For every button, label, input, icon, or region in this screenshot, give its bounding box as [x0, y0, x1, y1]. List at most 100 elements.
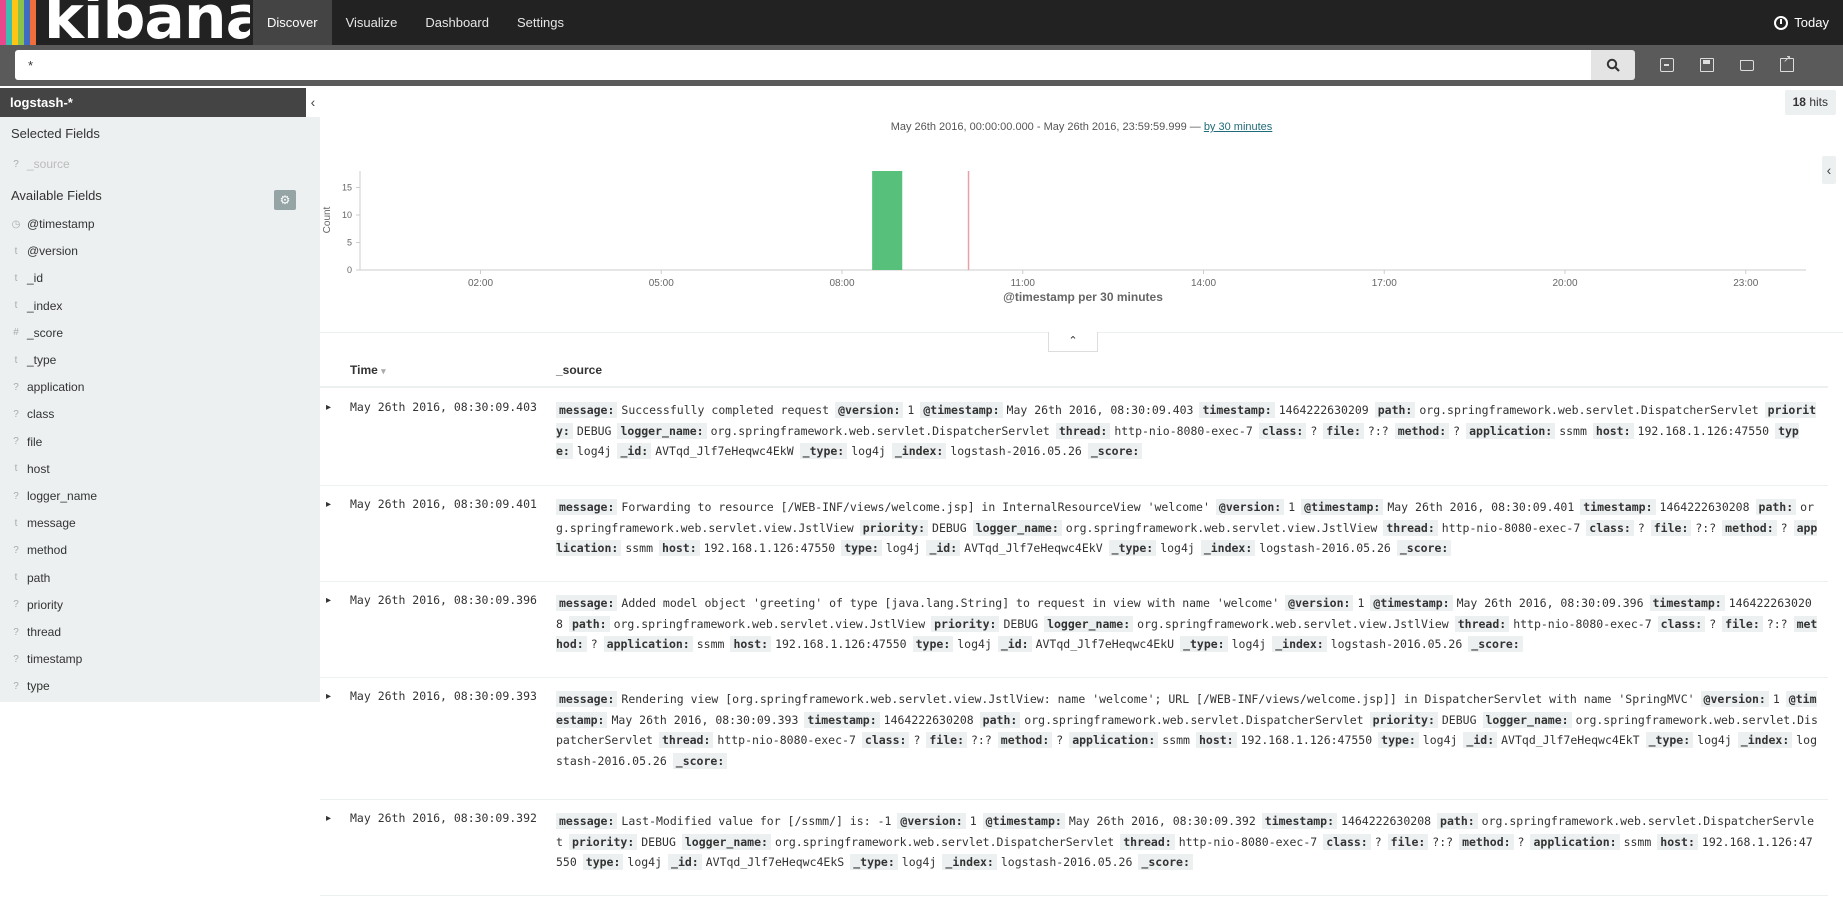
- expand-row-icon[interactable]: ▸: [326, 499, 331, 510]
- source-field-value: logstash-2016.05.26: [1259, 541, 1391, 555]
- available-fields-title: Available Fields: [11, 188, 102, 203]
- available-field-thread[interactable]: ? thread: [11, 623, 61, 641]
- available-field-score[interactable]: # _score: [11, 324, 63, 342]
- discover-toolbar: [1660, 50, 1794, 80]
- share-search-icon[interactable]: [1780, 54, 1794, 72]
- source-field-key: @version:: [1215, 499, 1285, 515]
- source-field-value: AVTqd_Jlf7eHeqwc4EkT: [1501, 733, 1640, 747]
- available-field-index[interactable]: t _index: [11, 297, 63, 315]
- logo-stripe: [18, 0, 24, 45]
- table-row[interactable]: ▸ May 26th 2016, 08:30:09.392 message: Last…: [320, 801, 1828, 896]
- available-field-message[interactable]: t message: [11, 514, 76, 532]
- source-field-value: 1: [1772, 692, 1780, 706]
- available-field-application[interactable]: ? application: [11, 378, 84, 396]
- available-field-timestamp[interactable]: ◷ @timestamp: [11, 215, 95, 233]
- nav-tab-settings[interactable]: Settings: [503, 0, 578, 45]
- available-field-class[interactable]: ? class: [11, 405, 54, 423]
- chevron-up-icon: ⌃: [1068, 335, 1078, 347]
- available-field-priority[interactable]: ? priority: [11, 596, 63, 614]
- row-time: May 26th 2016, 08:30:09.396: [350, 593, 537, 607]
- source-field-key: host:: [659, 540, 700, 556]
- source-field-value: org.springframework.web.servlet.view.Jst…: [1137, 616, 1449, 631]
- source-field-value: DEBUG: [641, 834, 676, 849]
- index-pattern-selector[interactable]: logstash-*: [0, 88, 306, 117]
- source-field-value: org.springframework.web.servlet.view.Jst…: [1065, 520, 1378, 535]
- source-field-value: log4j: [576, 444, 612, 458]
- available-field-version[interactable]: t @version: [11, 242, 78, 260]
- source-field-value: org.springframework.web.servlet.Dispatch…: [774, 834, 1115, 849]
- available-field-type[interactable]: ? type: [11, 677, 49, 695]
- y-tick-label: 15: [342, 183, 352, 193]
- expand-row-icon[interactable]: ▸: [326, 691, 331, 702]
- source-field-value: AVTqd_Jlf7eHeqwc4EkS: [705, 855, 845, 869]
- source-field-key: _id:: [926, 540, 961, 556]
- expand-row-icon[interactable]: ▸: [326, 813, 331, 824]
- search-input[interactable]: [15, 50, 1591, 80]
- source-field-value: May 26th 2016, 08:30:09.401: [1387, 500, 1575, 514]
- new-search-icon[interactable]: [1660, 58, 1674, 72]
- source-field-value: DEBUG: [1441, 712, 1477, 727]
- row-source: message: Added model object 'greeting' of…: [556, 593, 1818, 655]
- source-field-value: http-nio-8080-exec-7: [1114, 423, 1253, 438]
- source-field-key: class:: [861, 732, 910, 748]
- column-time[interactable]: Time ▾: [350, 363, 386, 377]
- kibana-logo[interactable]: kibana: [0, 0, 250, 45]
- source-field-key: @version:: [1285, 595, 1354, 611]
- expand-row-icon[interactable]: ▸: [326, 402, 331, 413]
- field-type-icon: ?: [13, 680, 19, 692]
- sort-down-icon[interactable]: ▾: [381, 366, 386, 376]
- x-tick-label: 20:00: [1552, 278, 1577, 289]
- toggle-chart-button[interactable]: ⌃: [1048, 332, 1098, 352]
- source-field-key: message:: [556, 813, 618, 829]
- source-field-key: _index:: [1737, 732, 1793, 748]
- source-field-key: @timestamp:: [1370, 595, 1453, 611]
- source-field-value: 1: [1357, 596, 1365, 610]
- available-field-type[interactable]: t _type: [11, 351, 57, 369]
- available-field-timestamp[interactable]: ? timestamp: [11, 650, 82, 668]
- table-row[interactable]: ▸ May 26th 2016, 08:30:09.393 message: Rend…: [320, 679, 1828, 800]
- available-field-method[interactable]: ? method: [11, 541, 67, 559]
- time-range-text: May 26th 2016, 00:00:00.000 - May 26th 2…: [890, 121, 1201, 133]
- open-search-icon[interactable]: [1740, 59, 1754, 71]
- source-field-value: log4j: [627, 855, 663, 869]
- source-field-key: priority:: [859, 519, 929, 536]
- source-field-value: ?:?: [1432, 834, 1454, 849]
- field-name: @timestamp: [27, 217, 95, 231]
- search-button[interactable]: [1591, 50, 1635, 80]
- selected-field-source[interactable]: ? _source: [11, 155, 69, 173]
- field-name: @version: [27, 244, 78, 259]
- source-field-key: _index:: [942, 854, 997, 870]
- source-field-value: ?: [1780, 520, 1788, 535]
- source-field-key: message:: [556, 691, 618, 707]
- available-field-id[interactable]: t _id: [11, 269, 43, 287]
- source-field-key: class:: [1258, 422, 1307, 439]
- time-picker[interactable]: Today: [1774, 0, 1829, 45]
- source-field-value: log4j: [1422, 733, 1458, 747]
- histogram-bar: [872, 171, 903, 270]
- table-row[interactable]: ▸ May 26th 2016, 08:30:09.403 message: Succ…: [320, 390, 1828, 486]
- available-field-loggername[interactable]: ? logger_name: [11, 487, 97, 505]
- expand-row-icon[interactable]: ▸: [326, 595, 331, 606]
- available-field-host[interactable]: t host: [11, 460, 50, 478]
- available-field-file[interactable]: ? file: [11, 433, 42, 451]
- nav-tab-visualize[interactable]: Visualize: [332, 0, 412, 45]
- nav-tab-discover[interactable]: Discover: [253, 0, 332, 45]
- source-field-key: timestamp:: [804, 711, 880, 728]
- source-field-value: org.springframework.web.servlet.Dispatch…: [710, 423, 1050, 438]
- nav-tab-dashboard[interactable]: Dashboard: [411, 0, 503, 45]
- source-field-key: type:: [841, 540, 882, 556]
- interval-link[interactable]: by 30 minutes: [1204, 121, 1272, 133]
- source-field-value: org.springframework.web.servlet.view.Jst…: [613, 616, 926, 631]
- available-field-path[interactable]: t path: [11, 569, 51, 587]
- collapse-sidebar-icon[interactable]: ‹: [306, 88, 320, 117]
- source-field-key: @timestamp:: [1301, 499, 1384, 515]
- source-field-value: ssmm: [1623, 834, 1652, 849]
- hits-number: 18: [1792, 95, 1806, 109]
- field-type-icon: ?: [13, 544, 19, 556]
- source-field-key: timestamp:: [1649, 595, 1725, 611]
- gear-icon[interactable]: ⚙: [274, 190, 296, 210]
- source-field-value: ?:?: [1367, 423, 1389, 438]
- save-search-icon[interactable]: [1700, 58, 1714, 72]
- table-row[interactable]: ▸ May 26th 2016, 08:30:09.401 message: Forw…: [320, 487, 1828, 582]
- table-row[interactable]: ▸ May 26th 2016, 08:30:09.396 message: Adde…: [320, 583, 1828, 678]
